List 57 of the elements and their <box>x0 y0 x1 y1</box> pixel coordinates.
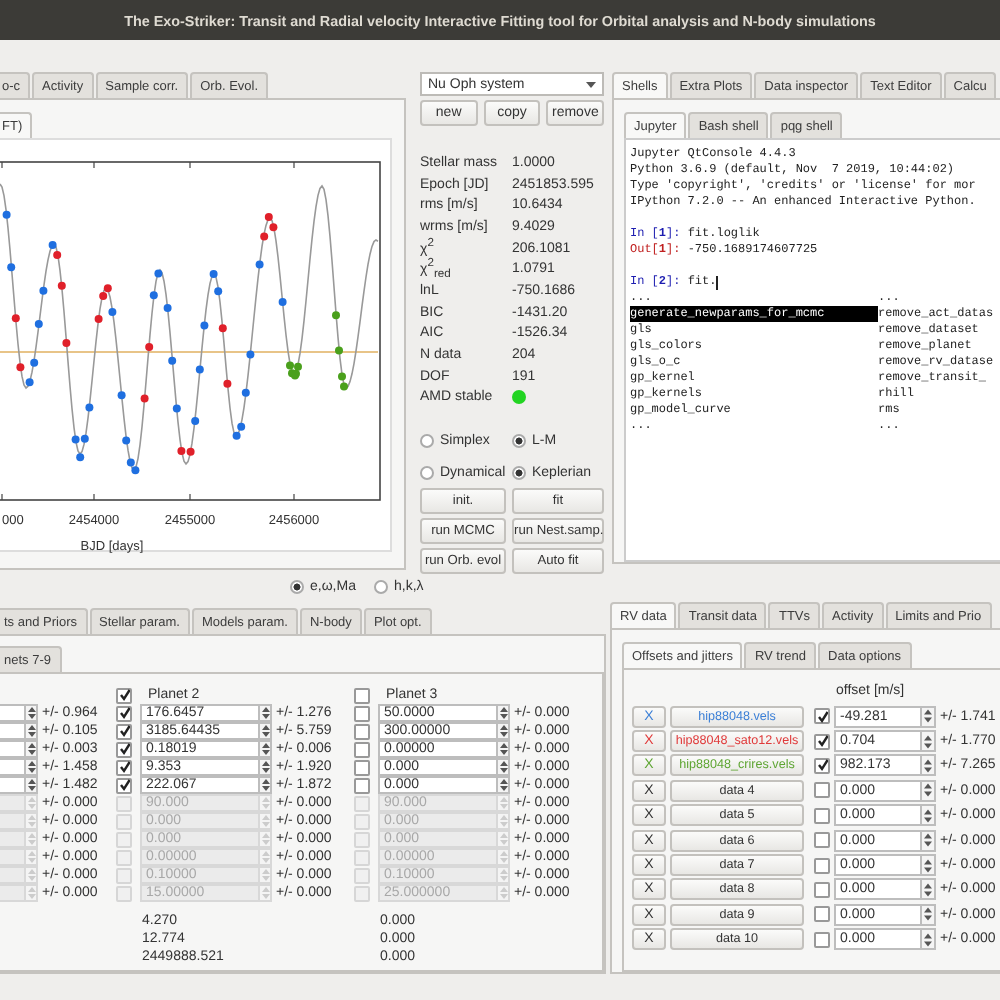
spin-buttons[interactable] <box>922 804 936 827</box>
spin-field[interactable] <box>0 884 26 902</box>
checkbox[interactable] <box>116 687 132 703</box>
spin-field[interactable] <box>0 776 26 794</box>
checkbox[interactable] <box>354 867 370 883</box>
checkbox[interactable] <box>814 733 830 750</box>
checkbox[interactable] <box>354 885 370 901</box>
checkbox[interactable] <box>354 687 370 703</box>
checkbox[interactable] <box>814 931 830 948</box>
checkbox[interactable] <box>354 795 370 811</box>
spin-buttons[interactable] <box>922 854 936 877</box>
checkbox[interactable] <box>354 723 370 739</box>
checkbox[interactable] <box>116 741 132 757</box>
checkbox[interactable] <box>354 741 370 757</box>
checkbox[interactable] <box>814 906 830 923</box>
checkbox[interactable] <box>814 881 830 898</box>
spin-buttons[interactable] <box>922 779 936 802</box>
checkbox[interactable] <box>116 795 132 811</box>
spin-field[interactable] <box>0 830 26 848</box>
checkbox[interactable] <box>814 832 830 849</box>
checkbox[interactable] <box>116 777 132 793</box>
spin-field[interactable] <box>0 848 26 866</box>
checkbox[interactable] <box>814 857 830 874</box>
checkbox[interactable] <box>354 849 370 865</box>
checkbox[interactable] <box>116 867 132 883</box>
spin-buttons[interactable] <box>922 754 936 777</box>
checkbox[interactable] <box>354 777 370 793</box>
checkbox[interactable] <box>814 782 830 799</box>
checkbox[interactable] <box>814 757 830 774</box>
checkbox[interactable] <box>354 759 370 775</box>
spin-field[interactable] <box>0 794 26 812</box>
spin-buttons[interactable] <box>922 903 936 926</box>
checkbox[interactable] <box>354 831 370 847</box>
caret-icon <box>586 81 596 87</box>
checkbox[interactable] <box>814 708 830 725</box>
checkbox[interactable] <box>116 723 132 739</box>
checkbox[interactable] <box>116 759 132 775</box>
spin-buttons[interactable] <box>922 878 936 901</box>
spin-field[interactable] <box>0 758 26 776</box>
checkbox[interactable] <box>116 813 132 829</box>
checkbox[interactable] <box>116 849 132 865</box>
spin-field[interactable] <box>0 722 26 740</box>
spin-field[interactable] <box>0 740 26 758</box>
spin-buttons[interactable] <box>922 829 936 852</box>
checkbox[interactable] <box>354 813 370 829</box>
spin-buttons[interactable] <box>922 928 936 951</box>
console[interactable] <box>624 138 1000 562</box>
spin-field[interactable] <box>0 704 26 722</box>
spin-field[interactable] <box>0 866 26 884</box>
spin-buttons[interactable] <box>922 705 936 728</box>
spin-field[interactable] <box>0 812 26 830</box>
checkbox[interactable] <box>116 885 132 901</box>
checkbox[interactable] <box>354 705 370 721</box>
checkbox[interactable] <box>116 831 132 847</box>
checkbox[interactable] <box>814 807 830 824</box>
checkbox[interactable] <box>116 705 132 721</box>
spin-buttons[interactable] <box>922 730 936 753</box>
